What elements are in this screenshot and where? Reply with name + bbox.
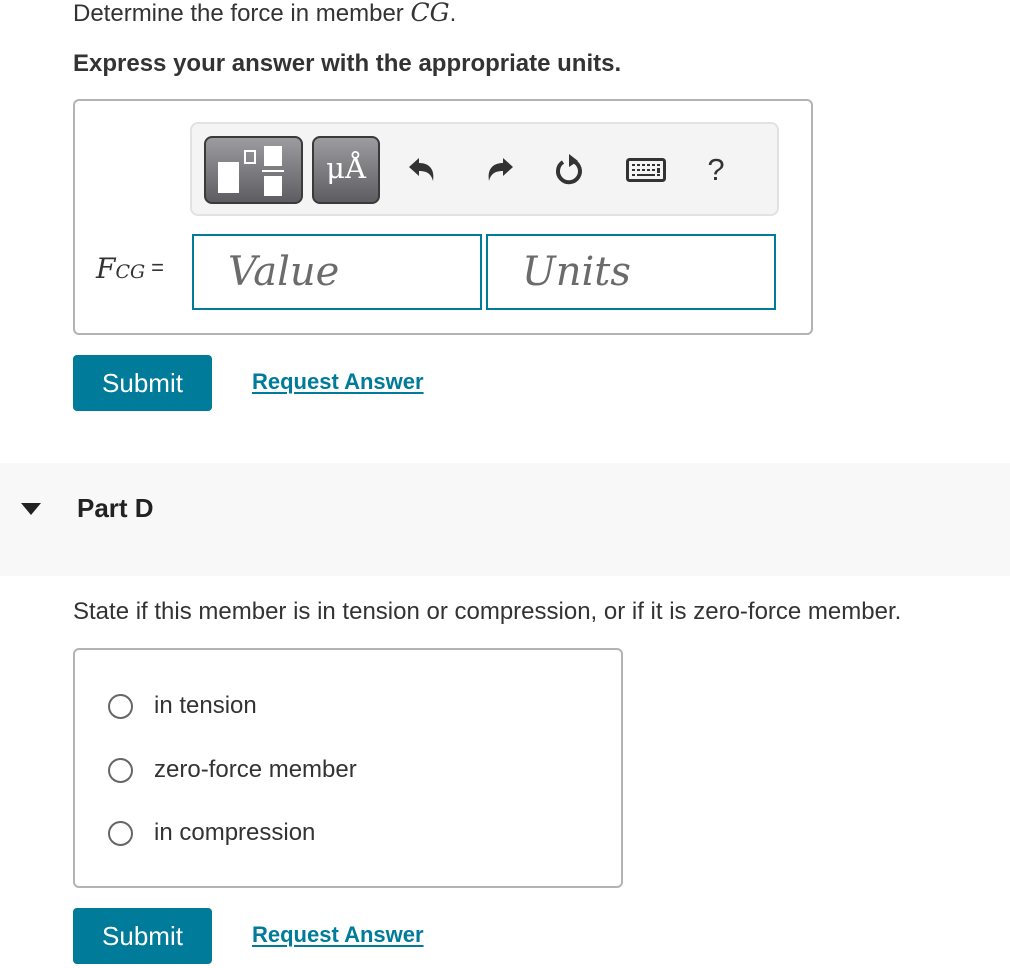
request-answer-link[interactable]: Request Answer <box>252 369 424 395</box>
choice-box: in tension zero-force member in compress… <box>73 648 623 888</box>
variable-name: F <box>96 252 116 285</box>
radio-button[interactable] <box>108 693 133 719</box>
reset-icon <box>555 154 582 185</box>
redo-button[interactable] <box>482 150 518 190</box>
units-button[interactable]: μÅ <box>312 136 380 204</box>
keyboard-icon <box>626 158 666 182</box>
choice-in-compression[interactable]: in compression <box>108 819 315 847</box>
choice-label[interactable]: zero-force member <box>154 756 357 784</box>
math-toolbar: μÅ ? <box>190 122 779 216</box>
redo-icon <box>488 158 513 181</box>
part-d-prompt: State if this member is in tension or co… <box>73 598 902 625</box>
help-button[interactable]: ? <box>696 150 736 190</box>
templates-button[interactable] <box>204 136 303 204</box>
undo-button[interactable] <box>404 150 440 190</box>
question-prefix: Determine the force in member <box>73 0 411 27</box>
part-d-request-answer-link[interactable]: Request Answer <box>252 922 424 948</box>
variable-subscript: CG <box>115 261 146 283</box>
value-input[interactable] <box>194 236 480 308</box>
answer-instruction: Express your answer with the appropriate… <box>73 50 622 77</box>
caret-down-icon[interactable] <box>21 503 41 515</box>
submit-button[interactable]: Submit <box>73 355 212 411</box>
choice-zero-force-member[interactable]: zero-force member <box>108 756 357 784</box>
radio-button[interactable] <box>108 757 133 783</box>
undo-icon <box>409 158 434 181</box>
reset-button[interactable] <box>552 150 588 190</box>
equals-sign: = <box>151 255 165 280</box>
question-suffix: . <box>449 0 457 27</box>
units-input[interactable] <box>488 236 774 308</box>
member-name: CG <box>410 0 450 27</box>
value-field[interactable] <box>192 234 482 310</box>
choice-label[interactable]: in compression <box>154 819 315 847</box>
choice-label[interactable]: in tension <box>154 692 257 720</box>
units-field[interactable] <box>486 234 776 310</box>
part-d-title[interactable]: Part D <box>77 493 154 524</box>
units-icon: μÅ <box>326 151 366 185</box>
radio-button[interactable] <box>108 820 133 846</box>
keyboard-button[interactable] <box>624 150 668 190</box>
question-text: Determine the force in member CG. <box>73 0 456 28</box>
variable-label: FCG = <box>96 252 164 285</box>
part-d-submit-button[interactable]: Submit <box>73 908 212 964</box>
choice-in-tension[interactable]: in tension <box>108 692 257 720</box>
